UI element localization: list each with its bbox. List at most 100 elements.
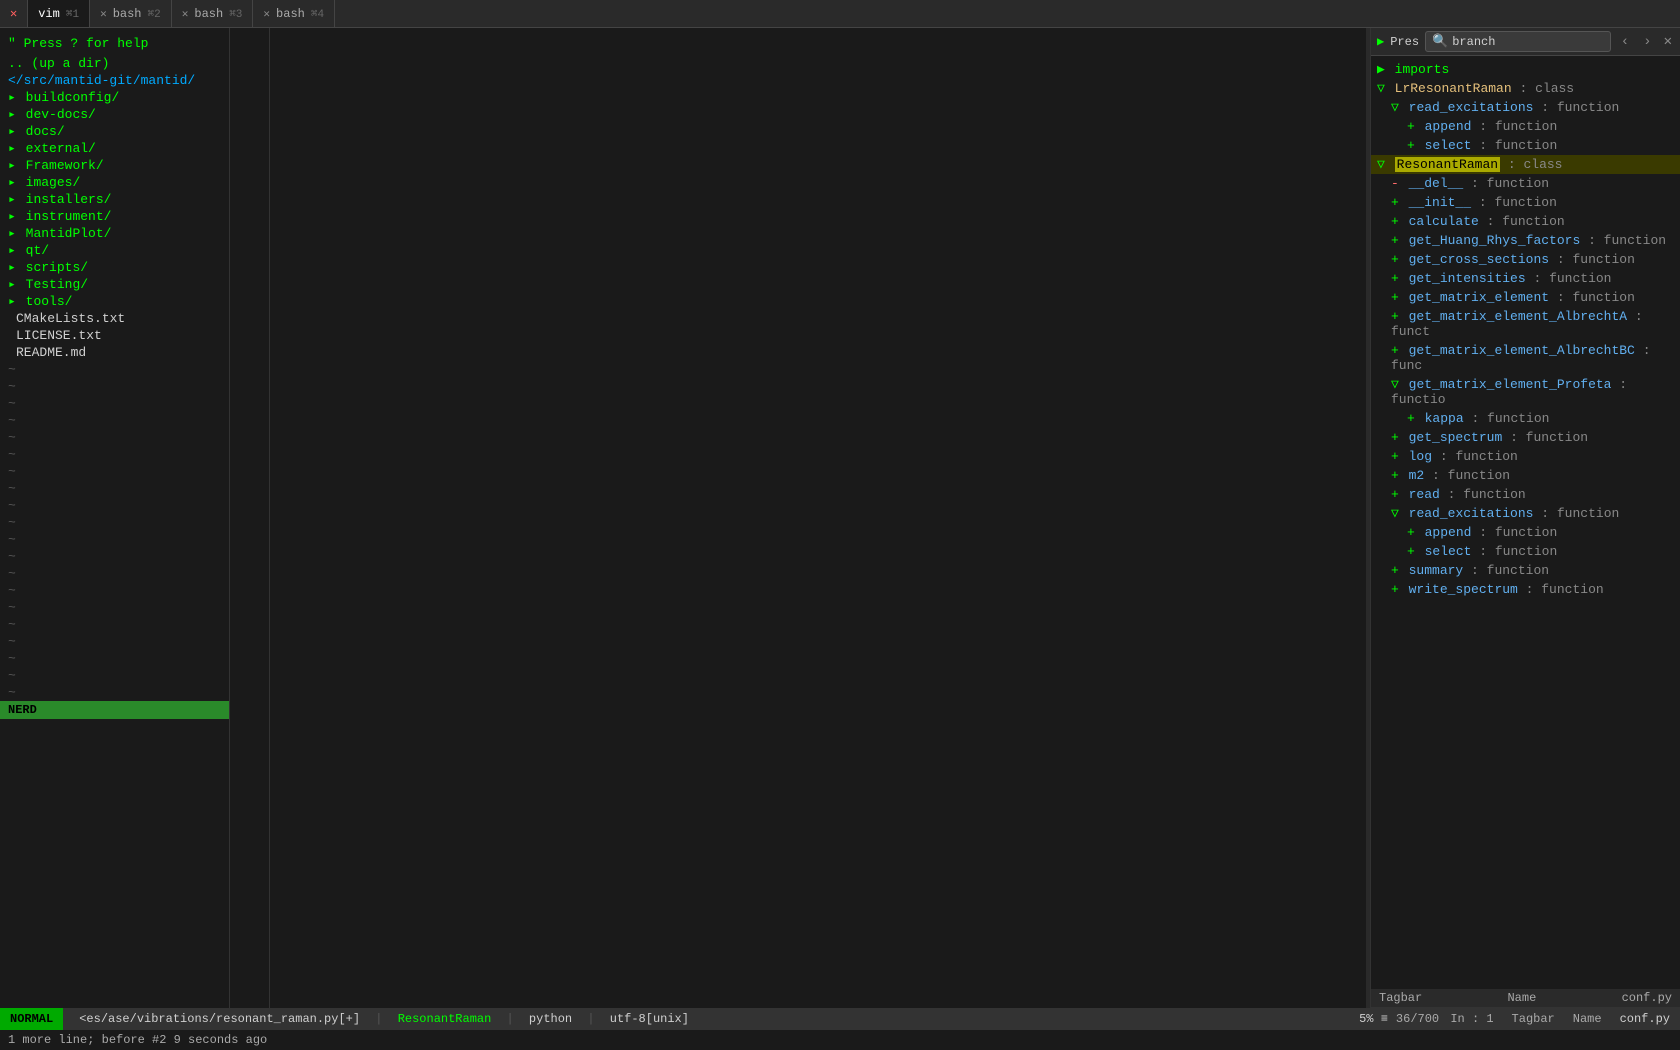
rr-summ-plus: + bbox=[1391, 563, 1399, 578]
rr-m2-plus: + bbox=[1391, 468, 1399, 483]
file-tree-dir-devdocs[interactable]: dev-docs/ bbox=[0, 106, 229, 123]
tagbar-search-icon: 🔍 bbox=[1432, 34, 1448, 49]
rr-label: ResonantRaman bbox=[1395, 157, 1500, 172]
file-tree-dir-framework[interactable]: Framework/ bbox=[0, 157, 229, 174]
tagbar-rr-writespectrum[interactable]: + write_spectrum : function bbox=[1371, 580, 1680, 599]
tagbar-rr-huang[interactable]: + get_Huang_Rhys_factors : function bbox=[1371, 231, 1680, 250]
tab-bash-2[interactable]: ✕ bash ⌘3 bbox=[172, 0, 254, 27]
status-percent: 5% ≡ bbox=[1359, 1012, 1388, 1026]
file-tree-dir-docs[interactable]: docs/ bbox=[0, 123, 229, 140]
tab-bash2-kbd: ⌘3 bbox=[229, 7, 242, 21]
tilde-4: ~ bbox=[0, 412, 229, 429]
tab-vim[interactable]: vim ⌘1 bbox=[28, 0, 90, 27]
tagbar-rr-matrixA[interactable]: + get_matrix_element_AlbrechtA : funct bbox=[1371, 307, 1680, 341]
file-tree-dir-installers[interactable]: installers/ bbox=[0, 191, 229, 208]
tagbar-rr-calculate[interactable]: + calculate : function bbox=[1371, 212, 1680, 231]
rr-ws-label: write_spectrum bbox=[1409, 582, 1518, 597]
tagbar-rr-append2[interactable]: + append : function bbox=[1371, 523, 1680, 542]
file-tree-dir-instrument[interactable]: instrument/ bbox=[0, 208, 229, 225]
rr-kappa-type: : function bbox=[1471, 411, 1549, 426]
tagbar-resonantraman[interactable]: ▽ ResonantRaman : class bbox=[1371, 155, 1680, 174]
file-tree-dir-scripts[interactable]: scripts/ bbox=[0, 259, 229, 276]
file-tree-dir-external[interactable]: external/ bbox=[0, 140, 229, 157]
tagbar-search-box[interactable]: 🔍 bbox=[1425, 31, 1611, 52]
tagbar-tab-label[interactable]: Tagbar bbox=[1379, 991, 1422, 1005]
tagbar-rr-summary[interactable]: + summary : function bbox=[1371, 561, 1680, 580]
rr-cross-label: get_cross_sections bbox=[1409, 252, 1549, 267]
tab-bash1-close[interactable]: ✕ bbox=[100, 7, 107, 21]
rr-spec-label: get_spectrum bbox=[1409, 430, 1503, 445]
rr-sel2-label: select bbox=[1425, 544, 1472, 559]
tagbar-lrr-select[interactable]: + select : function bbox=[1371, 136, 1680, 155]
rr-m2-label: m2 bbox=[1409, 468, 1425, 483]
tagbar-rr-read[interactable]: + read : function bbox=[1371, 485, 1680, 504]
status-tagbar-btn[interactable]: Tagbar bbox=[1502, 1012, 1565, 1026]
lrr-triangle: ▽ bbox=[1377, 81, 1385, 96]
rr-huang-type: : function bbox=[1588, 233, 1666, 248]
status-filepath: <es/ase/vibrations/resonant_raman.py[+] bbox=[79, 1012, 360, 1026]
file-tree-file-license[interactable]: LICENSE.txt bbox=[0, 327, 229, 344]
tagbar-rr-select2[interactable]: + select : function bbox=[1371, 542, 1680, 561]
rr-read-type: : function bbox=[1448, 487, 1526, 502]
rr-matbc-plus: + bbox=[1391, 343, 1399, 358]
file-tree-dir-qt[interactable]: qt/ bbox=[0, 242, 229, 259]
tagbar-play-icon: ▶ bbox=[1377, 34, 1384, 49]
tagbar-rr-m2[interactable]: + m2 : function bbox=[1371, 466, 1680, 485]
tab-bash-1[interactable]: ✕ bash ⌘2 bbox=[90, 0, 172, 27]
tagbar-rr-matrixBC[interactable]: + get_matrix_element_AlbrechtBC : func bbox=[1371, 341, 1680, 375]
tagbar-rr-intensities[interactable]: + get_intensities : function bbox=[1371, 269, 1680, 288]
file-tree-file-readme[interactable]: README.md bbox=[0, 344, 229, 361]
rr-sel2-plus: + bbox=[1407, 544, 1415, 559]
tagbar-rr-kappa[interactable]: + kappa : function bbox=[1371, 409, 1680, 428]
file-tree-parent[interactable]: .. (up a dir) bbox=[0, 55, 229, 72]
status-sep2: | bbox=[507, 1012, 514, 1026]
tilde-18: ~ bbox=[0, 650, 229, 667]
rr-matbc-label: get_matrix_element_AlbrechtBC bbox=[1409, 343, 1635, 358]
tagbar-rr-del[interactable]: - __del__ : function bbox=[1371, 174, 1680, 193]
tagbar-prev-btn[interactable]: ‹ bbox=[1617, 32, 1633, 52]
tilde-12: ~ bbox=[0, 548, 229, 565]
lrr-type: : class bbox=[1519, 81, 1574, 96]
rr-readexc-type: : function bbox=[1541, 506, 1619, 521]
tab-bash3-label: bash bbox=[276, 7, 305, 21]
editor-area bbox=[230, 28, 1366, 1008]
tagbar-rr-spectrum[interactable]: + get_spectrum : function bbox=[1371, 428, 1680, 447]
tilde-5: ~ bbox=[0, 429, 229, 446]
tagbar-rr-init[interactable]: + __init__ : function bbox=[1371, 193, 1680, 212]
status-name-btn[interactable]: Name bbox=[1565, 1012, 1610, 1026]
tagbar-rr-cross[interactable]: + get_cross_sections : function bbox=[1371, 250, 1680, 269]
code-content[interactable] bbox=[270, 28, 1366, 1008]
tagbar-next-btn[interactable]: › bbox=[1639, 32, 1655, 52]
tagbar-rr-matrix[interactable]: + get_matrix_element : function bbox=[1371, 288, 1680, 307]
tab-x-icon[interactable]: ✕ bbox=[0, 0, 28, 27]
tagbar-rr-profeta[interactable]: ▽ get_matrix_element_Profeta : functio bbox=[1371, 375, 1680, 409]
status-class: ResonantRaman bbox=[398, 1012, 492, 1026]
tagbar-imports[interactable]: ▶ imports bbox=[1371, 60, 1680, 79]
tagbar-rr-log[interactable]: + log : function bbox=[1371, 447, 1680, 466]
file-tree-dir-tools[interactable]: tools/ bbox=[0, 293, 229, 310]
rr-kappa-plus: + bbox=[1407, 411, 1415, 426]
msg-bar: 1 more line; before #2 9 seconds ago bbox=[0, 1030, 1680, 1050]
tilde-16: ~ bbox=[0, 616, 229, 633]
file-tree-file-cmake[interactable]: CMakeLists.txt bbox=[0, 310, 229, 327]
tagbar-lrr-read-excitations[interactable]: ▽ read_excitations : function bbox=[1371, 98, 1680, 117]
rr-read-label: read bbox=[1409, 487, 1440, 502]
file-tree-dir-mantidplot[interactable]: MantidPlot/ bbox=[0, 225, 229, 242]
tab-bash3-kbd: ⌘4 bbox=[311, 7, 324, 21]
tagbar-rr-readexc[interactable]: ▽ read_excitations : function bbox=[1371, 504, 1680, 523]
tagbar-close-btn[interactable]: ✕ bbox=[1662, 33, 1674, 50]
tab-bash-3[interactable]: ✕ bash ⌘4 bbox=[253, 0, 335, 27]
tab-bash2-close[interactable]: ✕ bbox=[182, 7, 189, 21]
lrr-re-label: read_excitations bbox=[1409, 100, 1534, 115]
tagbar-search-input[interactable] bbox=[1452, 35, 1604, 49]
status-right: 5% ≡ 36/700 In : 1 Tagbar Name conf.py bbox=[1359, 1012, 1680, 1026]
tagbar-lrr-append[interactable]: + append : function bbox=[1371, 117, 1680, 136]
tagbar-lrresonantraman[interactable]: ▽ LrResonantRaman : class bbox=[1371, 79, 1680, 98]
rr-del-label: __del__ bbox=[1409, 176, 1464, 191]
file-tree-dir-images[interactable]: images/ bbox=[0, 174, 229, 191]
file-tree-dir-buildconfig[interactable]: buildconfig/ bbox=[0, 89, 229, 106]
file-tree-dir-testing[interactable]: Testing/ bbox=[0, 276, 229, 293]
tab-bash3-close[interactable]: ✕ bbox=[263, 7, 270, 21]
code-view[interactable] bbox=[230, 28, 1366, 1008]
tilde-13: ~ bbox=[0, 565, 229, 582]
